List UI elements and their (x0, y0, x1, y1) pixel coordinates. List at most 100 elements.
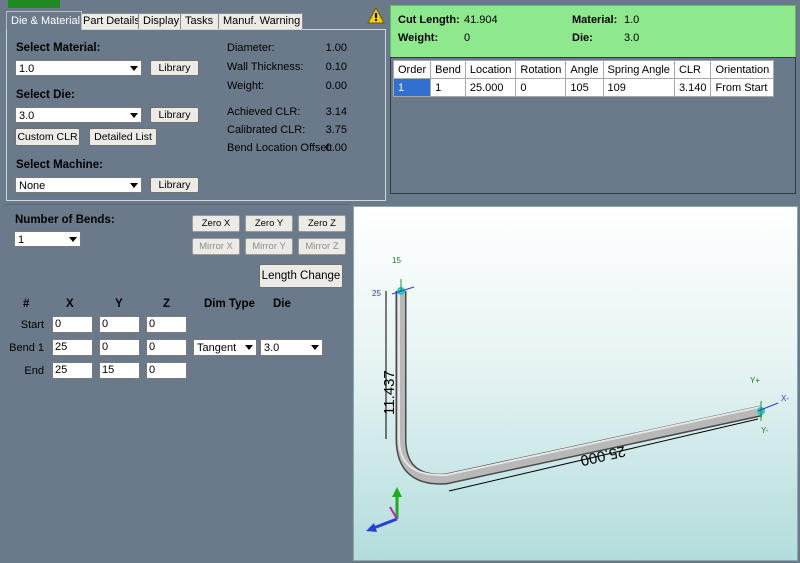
tab-manuf-warning[interactable]: Manuf. Warning (218, 13, 303, 29)
length-change-button[interactable]: Length Change (259, 264, 343, 288)
bend-die-value: 3.0 (264, 342, 280, 354)
row-label-end: End (24, 365, 44, 377)
warning-triangle-icon[interactable] (367, 6, 385, 24)
column-spring-angle[interactable]: Spring Angle (602, 60, 675, 79)
detailed-list-button[interactable]: Detailed List (89, 128, 157, 146)
tab-die-material[interactable]: Die & Material (6, 11, 82, 30)
bend1-z-field[interactable]: 0 (146, 339, 187, 356)
table-cell-order[interactable]: 1 (392, 78, 432, 97)
chevron-down-icon (69, 237, 77, 242)
column-rotation[interactable]: Rotation (515, 60, 567, 79)
diameter-value: 1.00 (325, 42, 347, 54)
tab-display[interactable]: Display (138, 13, 185, 29)
dim-type-select[interactable]: Tangent (193, 339, 257, 356)
summary-material-label: Material: (572, 14, 618, 26)
table-cell-rotation[interactable]: 0 (515, 78, 567, 97)
number-of-bends-value: 1 (18, 234, 25, 246)
tab-part-details[interactable]: Part Details (78, 13, 143, 29)
column-location[interactable]: Location (464, 60, 517, 79)
zero-z-button[interactable]: Zero Z (298, 215, 346, 232)
tab-tasks[interactable]: Tasks (180, 13, 223, 29)
table-cell-clr[interactable]: 3.140 (673, 78, 712, 97)
summary-die-value: 3.0 (624, 32, 640, 44)
bend-table: Order Bend Location Rotation Angle Sprin… (392, 60, 775, 97)
header-num: # (23, 298, 30, 310)
3d-viewport[interactable]: 11.437 25.000 15 25 Y+ X- Y- (353, 206, 798, 561)
die-library-button[interactable]: Library (150, 107, 199, 123)
bend-table-header: Order Bend Location Rotation Angle Sprin… (392, 60, 775, 79)
machine-select[interactable]: None (15, 177, 142, 193)
material-select-value: 1.0 (19, 63, 35, 75)
marker-15-label: 15 (392, 256, 401, 265)
summary-weight-value: 0 (464, 32, 471, 44)
start-z-field[interactable]: 0 (146, 316, 187, 333)
table-row[interactable]: 1 1 25.000 0 105 109 3.140 From Start (392, 78, 775, 97)
achieved-clr-label: Achieved CLR: (227, 106, 301, 118)
number-of-bends-select[interactable]: 1 (14, 231, 81, 247)
column-clr[interactable]: CLR (673, 60, 712, 79)
machine-select-value: None (19, 180, 46, 192)
mirror-x-button[interactable]: Mirror X (192, 238, 240, 255)
column-bend[interactable]: Bend (430, 60, 466, 79)
material-select[interactable]: 1.0 (15, 60, 142, 76)
table-cell-spring-angle[interactable]: 109 (602, 78, 675, 97)
table-cell-bend[interactable]: 1 (430, 78, 466, 97)
wall-thickness-value: 0.10 (325, 61, 347, 73)
status-indicator (8, 0, 60, 8)
triad-x-arrow (366, 523, 377, 532)
chevron-down-icon (130, 113, 138, 118)
summary-die-label: Die: (572, 32, 593, 44)
column-angle[interactable]: Angle (565, 60, 604, 79)
end-y-field[interactable]: 15 (99, 362, 140, 379)
select-material-label: Select Material: (16, 42, 101, 54)
summary-material-value: 1.0 (624, 14, 640, 26)
column-orientation[interactable]: Orientation (710, 60, 775, 79)
axis-y-minus-label: Y- (761, 426, 769, 435)
number-of-bends-label: Number of Bends: (15, 214, 115, 226)
column-order[interactable]: Order (392, 60, 432, 79)
end-z-field[interactable]: 0 (146, 362, 187, 379)
die-select[interactable]: 3.0 (15, 107, 142, 123)
bend-table-panel: Order Bend Location Rotation Angle Sprin… (390, 57, 796, 194)
table-cell-location[interactable]: 25.000 (464, 78, 517, 97)
bend1-y-field[interactable]: 0 (99, 339, 140, 356)
select-machine-label: Select Machine: (16, 159, 103, 171)
table-cell-orientation[interactable]: From Start (710, 78, 775, 97)
header-y: Y (115, 298, 123, 310)
machine-library-button[interactable]: Library (150, 177, 199, 193)
custom-clr-button[interactable]: Custom CLR (15, 128, 80, 146)
weight-value: 0.00 (325, 80, 347, 92)
summary-panel: Cut Length: 41.904 Weight: 0 Material: 1… (390, 5, 796, 58)
table-cell-angle[interactable]: 105 (565, 78, 604, 97)
material-library-button[interactable]: Library (150, 60, 199, 76)
end-x-field[interactable]: 25 (52, 362, 93, 379)
start-x-field[interactable]: 0 (52, 316, 93, 333)
marker-25-label: 25 (372, 289, 381, 298)
weight-label: Weight: (227, 80, 265, 92)
mirror-y-button[interactable]: Mirror Y (245, 238, 293, 255)
vertical-dimension-label: 11.437 (381, 370, 398, 415)
bend1-x-field[interactable]: 25 (52, 339, 93, 356)
mirror-z-button[interactable]: Mirror Z (298, 238, 346, 255)
row-label-bend-1: Bend 1 (9, 342, 44, 354)
achieved-clr-value: 3.14 (325, 106, 347, 118)
triad-y-arrow (392, 487, 402, 497)
axis-y-plus-label: Y+ (750, 376, 761, 385)
zero-y-button[interactable]: Zero Y (245, 215, 293, 232)
axis-x-minus-label: X- (781, 394, 789, 403)
header-x: X (66, 298, 74, 310)
coordinates-panel: Number of Bends: 1 Zero X Zero Y Zero Z … (6, 204, 349, 560)
header-z: Z (163, 298, 171, 310)
chevron-down-icon (245, 345, 253, 350)
calibrated-clr-label: Calibrated CLR: (227, 124, 306, 136)
zero-x-button[interactable]: Zero X (192, 215, 240, 232)
dim-type-value: Tangent (197, 342, 237, 354)
die-select-value: 3.0 (19, 110, 35, 122)
start-y-field[interactable]: 0 (99, 316, 140, 333)
bend-location-offset-value: 0.00 (325, 142, 347, 154)
cut-length-label: Cut Length: (398, 14, 460, 26)
bend-die-select[interactable]: 3.0 (260, 339, 323, 356)
chevron-down-icon (130, 183, 138, 188)
header-die: Die (273, 298, 291, 310)
chevron-down-icon (130, 66, 138, 71)
